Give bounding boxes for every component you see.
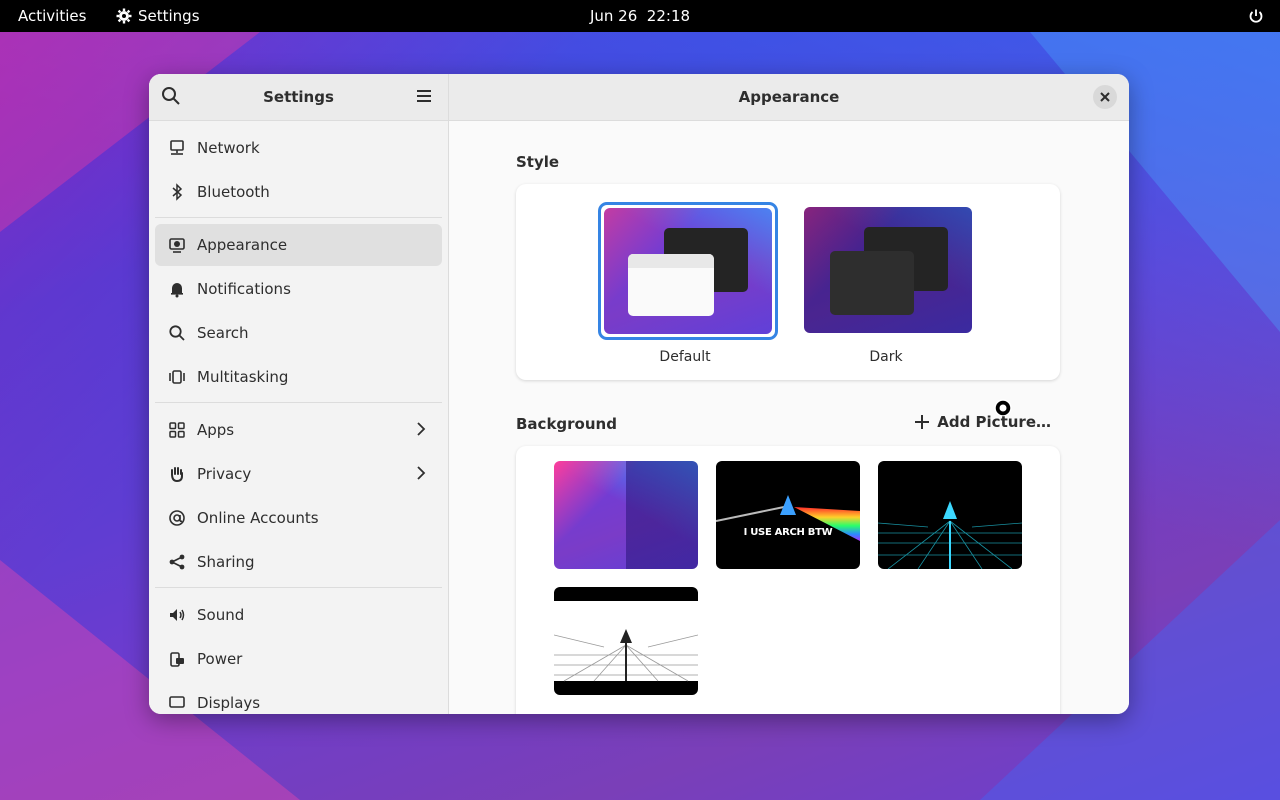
clock-time: 22:18 (646, 7, 691, 25)
sidebar-item-power[interactable]: Power (155, 638, 442, 680)
share-icon (167, 552, 187, 572)
sidebar-item-label: Search (197, 324, 249, 342)
style-card: Default Dark (516, 184, 1060, 380)
style-section-label: Style (516, 153, 560, 171)
close-button[interactable] (1093, 85, 1117, 109)
page-title: Appearance (738, 88, 840, 106)
background-section-label: Background (516, 415, 617, 433)
background-card: I USE ARCH BTW (516, 446, 1060, 714)
default-style-preview (604, 208, 772, 334)
preview-window-light (628, 254, 714, 316)
sidebar-item-privacy[interactable]: Privacy (155, 453, 442, 495)
sidebar-separator (155, 587, 442, 588)
search-icon (167, 323, 187, 343)
neon-grid-graphic (878, 501, 1022, 569)
white-grid-graphic (554, 629, 698, 682)
sidebar-nav: Network Bluetooth Appearance Notificatio (155, 127, 442, 714)
sidebar-item-label: Power (197, 650, 243, 668)
sidebar-item-sharing[interactable]: Sharing (155, 541, 442, 583)
sidebar-item-label: Apps (197, 421, 235, 439)
power-plug-icon (167, 649, 187, 669)
hand-icon (167, 464, 187, 484)
sidebar-item-notifications[interactable]: Notifications (155, 268, 442, 310)
sidebar-item-appearance[interactable]: Appearance (155, 224, 442, 266)
settings-window: Settings Network Bluetooth Appearance No… (149, 74, 1129, 714)
style-option-label: Dark (869, 349, 903, 365)
dark-style-preview (804, 207, 972, 333)
sidebar-item-label: Appearance (197, 236, 288, 254)
preview-window-dark-front (830, 251, 914, 315)
sidebar-header: Settings (149, 74, 448, 121)
style-option-default[interactable]: Default (598, 202, 778, 372)
sidebar-item-label: Sharing (197, 553, 255, 571)
sidebar-item-label: Network (197, 139, 260, 157)
sidebar-item-displays[interactable]: Displays (155, 682, 442, 714)
sidebar-separator (155, 402, 442, 403)
sidebar-item-search[interactable]: Search (155, 312, 442, 354)
sidebar-item-multitasking[interactable]: Multitasking (155, 356, 442, 398)
wallpaper-arch-prism[interactable]: I USE ARCH BTW (716, 461, 860, 569)
close-icon (1100, 92, 1110, 102)
speaker-icon (167, 605, 187, 625)
add-picture-button[interactable]: Add Picture… (915, 413, 1051, 431)
chevron-right-icon (416, 465, 426, 485)
wallpaper-default[interactable] (554, 461, 698, 569)
sidebar-title: Settings (263, 88, 334, 106)
appearance-content: Style Default Dark Background Add Pictur… (449, 121, 1129, 714)
sidebar-item-label: Online Accounts (197, 509, 319, 527)
chevron-right-icon (416, 421, 426, 441)
app-menu-button[interactable]: Settings (116, 7, 200, 25)
sidebar-item-sound[interactable]: Sound (155, 594, 442, 636)
sidebar-item-label: Displays (197, 694, 261, 712)
top-bar: Activities Settings Jun 26 22:18 (0, 0, 1280, 32)
sidebar-item-label: Bluetooth (197, 183, 270, 201)
at-sign-icon (167, 508, 187, 528)
apps-grid-icon (167, 420, 187, 440)
prism-graphic (716, 495, 860, 541)
wallpaper-arch-neon-grid[interactable] (878, 461, 1022, 569)
appearance-icon (167, 235, 187, 255)
bluetooth-icon (167, 182, 187, 202)
activities-button[interactable]: Activities (18, 7, 86, 25)
app-name: Settings (138, 7, 200, 25)
content-header: Appearance (449, 74, 1129, 121)
wallpaper-arch-white-grid[interactable] (554, 587, 698, 695)
gear-icon (116, 8, 132, 24)
sidebar-item-apps[interactable]: Apps (155, 409, 442, 451)
sidebar-item-label: Privacy (197, 465, 252, 483)
wallpaper-text: I USE ARCH BTW (743, 527, 833, 538)
clock-date: Jun 26 (589, 7, 638, 25)
network-icon (167, 138, 187, 158)
clock-button[interactable]: Jun 26 22:18 (590, 7, 690, 25)
sidebar-item-label: Multitasking (197, 368, 289, 386)
display-icon (167, 693, 187, 713)
style-option-label: Default (659, 349, 711, 365)
multitasking-icon (167, 367, 187, 387)
sidebar: Settings Network Bluetooth Appearance No… (149, 74, 449, 714)
sidebar-item-label: Sound (197, 606, 245, 624)
sidebar-separator (155, 217, 442, 218)
sidebar-item-bluetooth[interactable]: Bluetooth (155, 171, 442, 213)
sidebar-item-network[interactable]: Network (155, 127, 442, 169)
plus-icon (915, 415, 930, 429)
style-option-dark[interactable]: Dark (801, 202, 981, 372)
add-picture-label: Add Picture… (937, 413, 1051, 431)
sidebar-item-label: Notifications (197, 280, 291, 298)
bell-icon (167, 279, 187, 299)
system-menu-button[interactable] (1248, 8, 1264, 28)
sidebar-item-online-accounts[interactable]: Online Accounts (155, 497, 442, 539)
power-icon (1249, 9, 1263, 23)
main-menu-button[interactable] (415, 86, 437, 108)
hamburger-menu-icon (417, 90, 431, 102)
